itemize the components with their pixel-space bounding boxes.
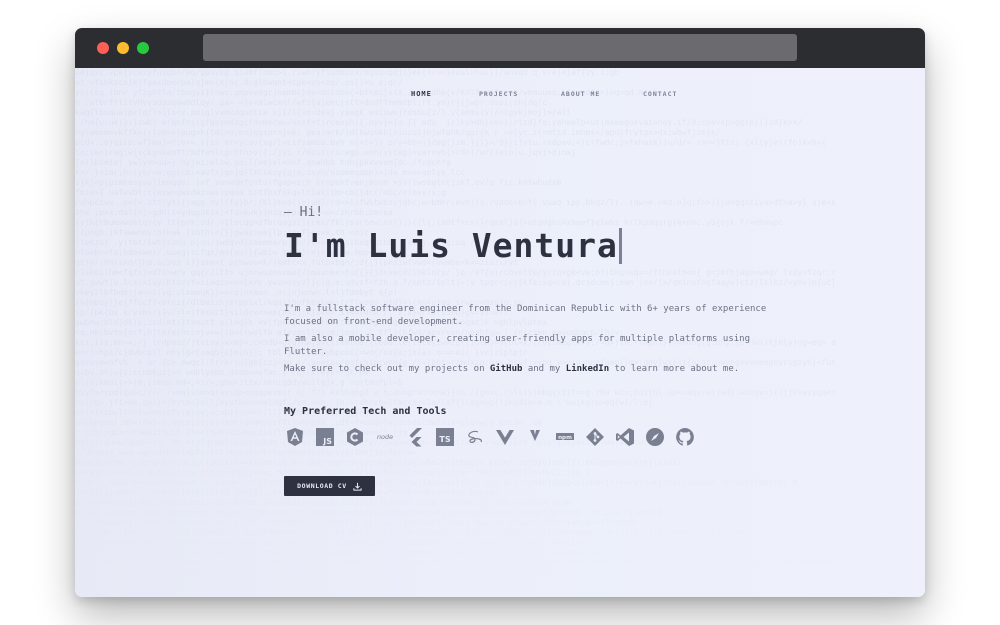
csharp-icon bbox=[344, 426, 366, 448]
minimize-window-button[interactable] bbox=[117, 42, 129, 54]
nav-item-contact[interactable]: CONTACT bbox=[643, 90, 677, 98]
download-cv-button[interactable]: DOWNLOAD CV bbox=[284, 476, 375, 496]
tools-icon-row: JS node TS npm bbox=[284, 426, 714, 450]
address-bar[interactable] bbox=[203, 34, 797, 61]
download-icon bbox=[353, 482, 362, 491]
flutter-icon bbox=[404, 426, 426, 448]
hero-title-text: I'm Luis Ventura bbox=[284, 226, 618, 265]
nav-item-home[interactable]: HOME bbox=[411, 90, 432, 98]
mobile-paragraph: I am also a mobile developer, creating u… bbox=[284, 334, 750, 357]
npm-label: npm bbox=[558, 435, 572, 441]
browser-window: uejqsc.vpk(ycsiyfusgb>/eq/gpuykg qiumf(n… bbox=[75, 28, 925, 597]
links-paragraph: Make sure to check out my projects on Gi… bbox=[284, 363, 784, 376]
intro-paragraph: I'm a fullstack software engineer from t… bbox=[284, 304, 767, 327]
linkedin-link[interactable]: LinkedIn bbox=[566, 364, 609, 374]
links-text-mid: and my bbox=[522, 364, 566, 374]
js-label: JS bbox=[322, 437, 332, 446]
top-nav: HOME PROJECTS ABOUT ME CONTACT bbox=[75, 90, 925, 102]
nav-item-projects[interactable]: PROJECTS bbox=[479, 90, 518, 98]
links-text-before: Make sure to check out my projects on bbox=[284, 364, 490, 374]
links-text-after: to learn more about me. bbox=[609, 364, 740, 374]
node-label: node bbox=[377, 433, 393, 441]
sass-icon bbox=[464, 426, 486, 448]
nodejs-icon: node bbox=[374, 426, 396, 448]
close-window-button[interactable] bbox=[97, 42, 109, 54]
angular-icon bbox=[284, 426, 306, 448]
nav-item-about-me[interactable]: ABOUT ME bbox=[561, 90, 600, 98]
github-icon bbox=[674, 426, 696, 448]
hero-title: I'm Luis Ventura bbox=[284, 226, 622, 265]
vue-icon bbox=[494, 426, 516, 448]
npm-icon: npm bbox=[554, 426, 576, 448]
browser-titlebar bbox=[75, 28, 925, 68]
javascript-icon: JS bbox=[314, 426, 336, 448]
tools-heading: My Preferred Tech and Tools bbox=[284, 406, 447, 417]
git-icon bbox=[584, 426, 606, 448]
page-content: uejqsc.vpk(ycsiyfusgb>/eq/gpuykg qiumf(n… bbox=[75, 68, 925, 597]
ts-label: TS bbox=[439, 435, 450, 444]
greeting-text: — Hi! bbox=[284, 205, 324, 220]
download-cv-label: DOWNLOAD CV bbox=[297, 482, 347, 490]
github-link[interactable]: GitHub bbox=[490, 364, 523, 374]
vuetify-icon bbox=[524, 426, 546, 448]
text-cursor bbox=[618, 228, 622, 264]
maximize-window-button[interactable] bbox=[137, 42, 149, 54]
compass-icon bbox=[644, 426, 666, 448]
typescript-icon: TS bbox=[434, 426, 456, 448]
vscode-icon bbox=[614, 426, 636, 448]
